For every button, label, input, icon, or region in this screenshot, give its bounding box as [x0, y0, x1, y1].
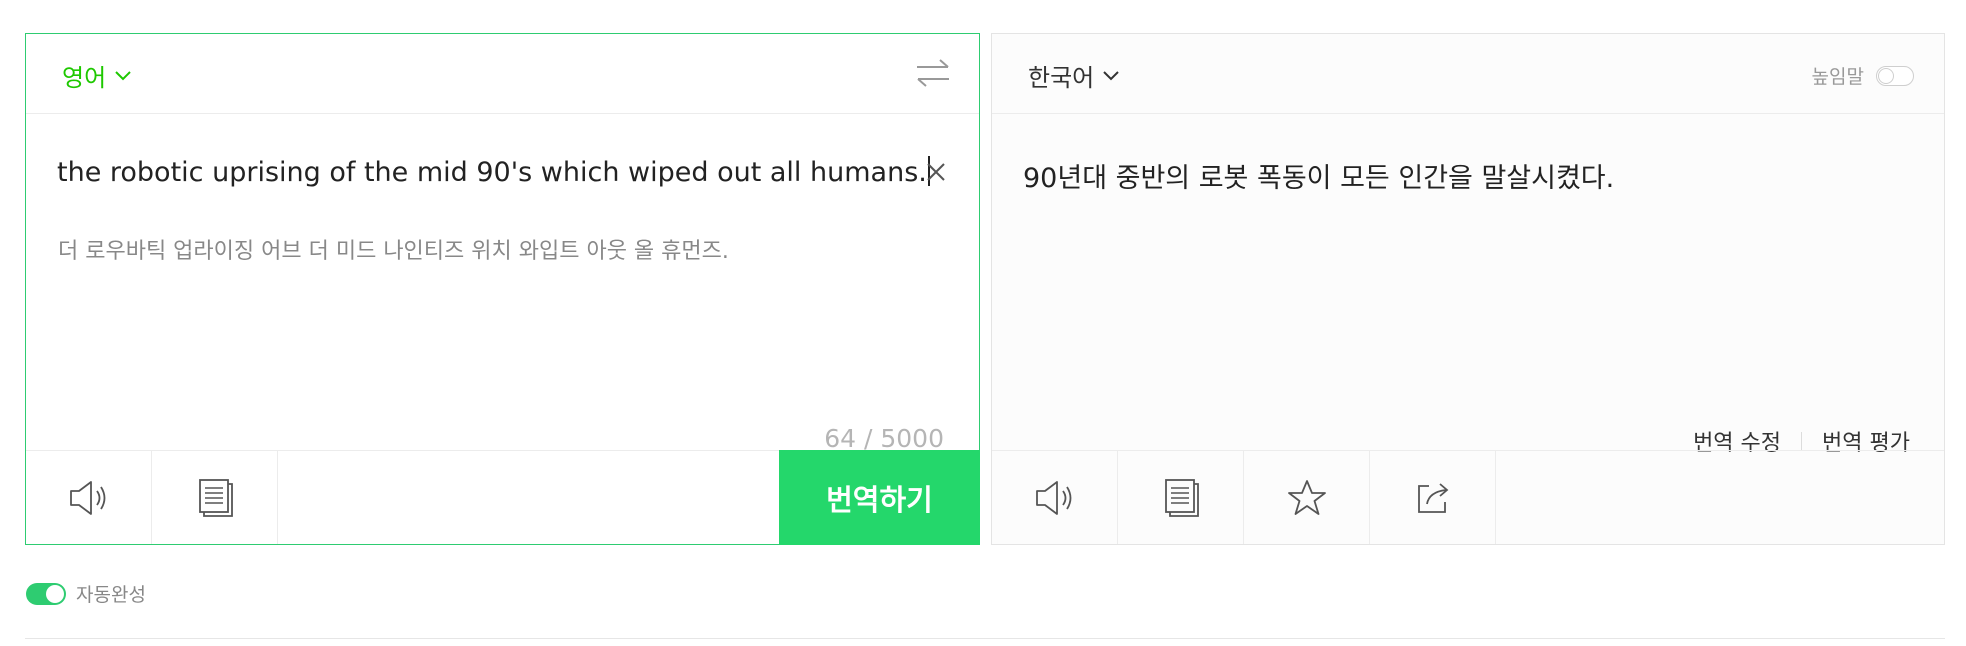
translated-text: 90년대 중반의 로봇 폭동이 모든 인간을 말살시켰다.: [1023, 163, 1615, 194]
source-copy-button[interactable]: [152, 451, 278, 544]
honorific-label: 높임말: [1811, 66, 1864, 88]
source-language-label: 영어: [62, 64, 107, 92]
copy-icon: [1164, 478, 1199, 517]
autocomplete-control: 자동완성: [26, 580, 146, 607]
share-icon: [1417, 482, 1448, 513]
chevron-down-icon: [115, 70, 131, 80]
source-text-input[interactable]: the robotic uprising of the mid 90's whi…: [57, 156, 930, 188]
copy-icon: [198, 478, 233, 517]
target-toolbar: [992, 450, 1944, 544]
speaker-icon: [1035, 480, 1071, 515]
section-divider: [25, 638, 1945, 639]
toggle-knob: [46, 584, 64, 603]
swap-languages-button[interactable]: [913, 56, 953, 90]
source-listen-button[interactable]: [26, 451, 152, 544]
share-button[interactable]: [1370, 451, 1496, 544]
target-listen-button[interactable]: [992, 451, 1118, 544]
target-language-label: 한국어: [1028, 64, 1095, 92]
favorite-button[interactable]: [1244, 451, 1370, 544]
target-copy-button[interactable]: [1118, 451, 1244, 544]
target-panel: 한국어 높임말 90년대 중반의 로봇 폭동이 모든 인간을 말살시켰다. 번역…: [991, 33, 1945, 545]
honorific-toggle[interactable]: [1876, 65, 1914, 86]
autocomplete-toggle[interactable]: [26, 582, 66, 605]
target-panel-header: 한국어 높임말: [992, 34, 1944, 114]
chevron-down-icon: [1103, 70, 1119, 80]
divider: [1801, 432, 1803, 450]
swap-icon: [917, 59, 949, 87]
star-icon: [1287, 479, 1326, 515]
source-panel-header: 영어: [26, 34, 979, 114]
source-language-select[interactable]: 영어: [62, 58, 132, 93]
clear-text-button[interactable]: [923, 159, 949, 185]
autocomplete-label: 자동완성: [76, 584, 146, 606]
source-text: the robotic uprising of the mid 90's whi…: [57, 157, 927, 188]
honorific-control: 높임말: [1812, 62, 1914, 89]
translate-button[interactable]: 번역하기: [779, 450, 980, 545]
source-toolbar: 번역하기: [26, 450, 980, 545]
target-language-select[interactable]: 한국어: [1028, 58, 1120, 93]
speaker-icon: [69, 480, 105, 515]
close-icon: [927, 163, 945, 181]
source-pronunciation: 더 로우바틱 업라이징 어브 더 미드 나인티즈 위치 와입트 아웃 올 휴먼즈…: [58, 239, 729, 264]
toggle-knob: [1878, 67, 1894, 84]
source-panel: 영어 the robotic uprising of the mid 90's …: [25, 33, 980, 545]
character-count: 64 / 5000: [824, 424, 944, 453]
